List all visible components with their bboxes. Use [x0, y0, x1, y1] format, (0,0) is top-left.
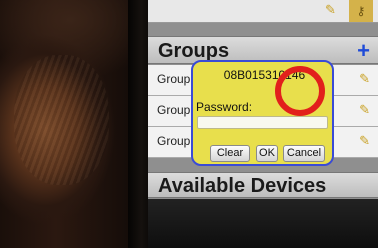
background-photo [0, 0, 140, 248]
phone-bezel [128, 0, 150, 248]
cancel-button[interactable]: Cancel [283, 145, 325, 162]
highlight-circle [275, 66, 325, 116]
group-row-label: Group [157, 134, 191, 148]
top-list-row[interactable]: ✎ ⚷ [148, 0, 378, 23]
groups-title: Groups [158, 40, 230, 62]
group-row-label: Group [157, 103, 191, 117]
pencil-icon[interactable]: ✎ [359, 71, 370, 87]
available-devices-header: Available Devices [148, 172, 378, 198]
pencil-icon[interactable]: ✎ [359, 133, 370, 149]
pencil-icon[interactable]: ✎ [325, 2, 336, 18]
password-label: Password: [196, 100, 253, 114]
ok-button[interactable]: OK [256, 145, 278, 162]
background-photo-texture [14, 55, 109, 185]
empty-device-list [148, 199, 378, 248]
key-icon[interactable]: ⚷ [349, 0, 373, 22]
clear-button[interactable]: Clear [210, 145, 250, 162]
plus-icon[interactable]: + [357, 37, 370, 65]
available-devices-title: Available Devices [158, 175, 327, 197]
pencil-icon[interactable]: ✎ [359, 102, 370, 118]
password-input[interactable] [197, 116, 328, 129]
group-row-label: Group [157, 72, 191, 86]
